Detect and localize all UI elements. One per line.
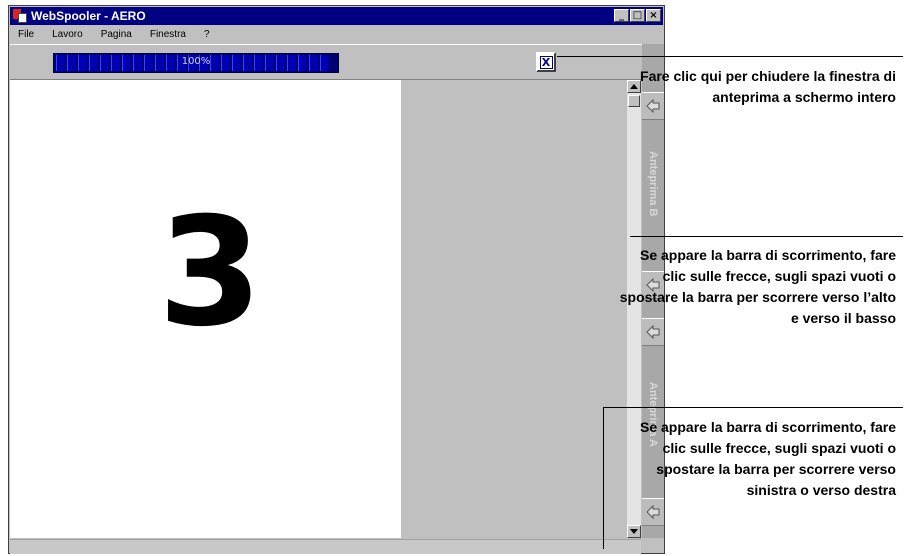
menu-help[interactable]: ? — [204, 29, 210, 40]
arrow-down-icon — [630, 529, 638, 534]
window-close-button[interactable]: × — [646, 9, 661, 22]
title-bar: WebSpooler - AERO _ □ × — [10, 7, 663, 25]
tab-anteprima-b[interactable]: Anteprima B — [642, 124, 664, 244]
app-icon[interactable] — [13, 9, 27, 23]
toolbar: 100% X — [10, 44, 646, 80]
callout-close-preview: Fare clic qui per chiudere la finestra d… — [640, 68, 896, 105]
menu-finestra[interactable]: Finestra — [150, 29, 186, 40]
menu-bar: File Lavoro Pagina Finestra ? — [10, 26, 663, 43]
arrow-left-icon — [646, 505, 660, 519]
close-preview-icon: X — [539, 55, 553, 69]
callout-vertical-scroll: Se appare la barra di scorrimento, fare … — [619, 247, 896, 326]
scroll-down-button[interactable] — [627, 525, 641, 538]
preview-page: 3 — [10, 80, 401, 538]
callout-line-hscroll-vertical — [603, 407, 604, 549]
progress-bar: 100% — [53, 53, 339, 73]
menu-file[interactable]: File — [18, 29, 34, 40]
callout-line-vscroll — [630, 236, 903, 237]
expand-panel-button-2[interactable] — [642, 498, 664, 526]
minimize-button[interactable]: _ — [614, 9, 629, 22]
callout-horizontal-scroll: Se appare la barra di scorrimento, fare … — [640, 419, 896, 498]
callout-line-close — [557, 56, 903, 57]
page-number: 3 — [158, 186, 263, 360]
menu-pagina[interactable]: Pagina — [101, 29, 132, 40]
window-title: WebSpooler - AERO — [31, 9, 146, 23]
webspooler-window: WebSpooler - AERO _ □ × File Lavoro Pagi… — [8, 5, 665, 554]
menu-lavoro[interactable]: Lavoro — [52, 29, 83, 40]
callout-line-hscroll — [603, 407, 903, 408]
maximize-button[interactable]: □ — [630, 9, 645, 22]
horizontal-scrollbar[interactable] — [10, 539, 641, 554]
preview-background — [401, 80, 627, 538]
progress-text: 100% — [181, 56, 211, 67]
close-preview-button[interactable]: X — [536, 52, 556, 72]
